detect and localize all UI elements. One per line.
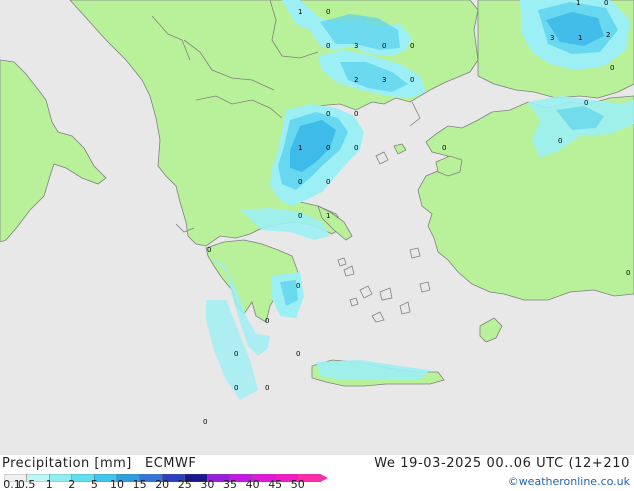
legend-label: 5 (90, 478, 98, 491)
precip-value: 0 (326, 42, 330, 50)
precip-value: 0 (604, 0, 608, 7)
legend-arrow (320, 474, 328, 482)
legend-label: 0.5 (17, 478, 36, 491)
precip-value: 3 (550, 34, 554, 42)
precip-value: 3 (382, 76, 386, 84)
precip-value: 0 (410, 76, 414, 84)
precip-value: 0 (296, 350, 300, 358)
precipitation-map: 1 0 0 3 0 0 2 3 0 0 0 1 0 0 0 0 0 1 0 0 … (0, 0, 634, 455)
precip-value: 0 (442, 144, 446, 152)
model-label: ECMWF (145, 456, 197, 471)
precip-value: 0 (326, 178, 330, 186)
precip-value: 0 (410, 42, 414, 50)
precip-value: 0 (207, 246, 211, 254)
precip-value: 1 (298, 8, 302, 16)
precip-value: 0 (265, 317, 269, 325)
precip-value: 0 (234, 350, 238, 358)
precip-value: 0 (298, 212, 302, 220)
legend-label: 15 (132, 478, 147, 491)
precip-value: 0 (203, 418, 207, 426)
precip-value: 1 (326, 212, 330, 220)
valid-time: We 19-03-2025 00..06 UTC (12+210 (374, 456, 630, 471)
map-canvas: 1 0 0 3 0 0 2 3 0 0 0 1 0 0 0 0 0 1 0 0 … (0, 0, 634, 455)
precip-value: 0 (326, 110, 330, 118)
map-footer: Precipitation [mm] ECMWF We 19-03-2025 0… (0, 455, 634, 490)
precip-value: 0 (558, 137, 562, 145)
precip-value: 0 (354, 144, 358, 152)
legend-label: 2 (68, 478, 76, 491)
precip-value: 0 (265, 384, 269, 392)
credit-link[interactable]: ©weatheronline.co.uk (508, 475, 630, 489)
legend-label: 45 (268, 478, 283, 491)
precip-value: 2 (354, 76, 358, 84)
precip-value: 0 (626, 269, 630, 277)
chart-title: Precipitation [mm] (2, 456, 132, 471)
legend-label: 50 (290, 478, 305, 491)
precip-value: 1 (576, 0, 580, 7)
precip-value: 0 (326, 8, 330, 16)
precip-value: 0 (234, 384, 238, 392)
legend-label: 10 (110, 478, 124, 491)
precip-value: 2 (606, 31, 610, 39)
legend-label: 20 (155, 478, 170, 491)
precip-value: 0 (610, 64, 614, 72)
legend-label: 30 (200, 478, 215, 491)
precip-value: 0 (296, 282, 300, 290)
legend-label: 40 (245, 478, 260, 491)
legend-label: 35 (223, 478, 237, 491)
legend-label: 1 (45, 478, 53, 491)
precip-value: 0 (298, 178, 302, 186)
precip-value: 0 (354, 110, 358, 118)
precip-value: 0 (326, 144, 330, 152)
precip-value: 1 (578, 34, 582, 42)
precip-value: 1 (298, 144, 302, 152)
precip-value: 0 (584, 99, 588, 107)
precip-value: 3 (354, 42, 358, 50)
precip-value: 0 (382, 42, 386, 50)
legend-label: 25 (177, 478, 192, 491)
